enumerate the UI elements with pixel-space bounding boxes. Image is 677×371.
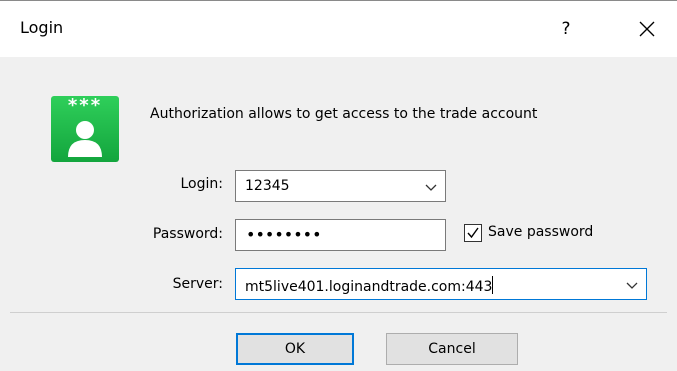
close-button[interactable] xyxy=(627,9,667,49)
password-label: Password: xyxy=(152,226,223,242)
server-value: mt5live401.loginandtrade.com:443 xyxy=(245,276,494,295)
ok-button[interactable]: OK xyxy=(236,333,354,365)
login-label: Login: xyxy=(180,176,224,192)
close-icon xyxy=(639,21,655,37)
help-button[interactable]: ? xyxy=(548,9,584,49)
save-password-label[interactable]: Save password xyxy=(488,224,593,240)
chevron-down-icon[interactable] xyxy=(425,182,437,192)
server-combobox[interactable]: mt5live401.loginandtrade.com:443 xyxy=(235,268,647,300)
save-password-checkbox[interactable] xyxy=(464,224,482,242)
user-key-icon: *** xyxy=(51,96,119,162)
server-label: Server: xyxy=(172,276,223,292)
login-value: 12345 xyxy=(245,178,290,194)
password-value: •••••••• xyxy=(246,225,322,244)
login-combobox[interactable]: 12345 xyxy=(235,170,446,202)
cancel-button[interactable]: Cancel xyxy=(386,333,518,365)
auth-message: Authorization allows to get access to th… xyxy=(150,106,538,122)
checkmark-icon xyxy=(467,227,479,239)
text-caret xyxy=(492,276,494,294)
user-silhouette-icon xyxy=(68,121,102,157)
title-bar: Login ? xyxy=(0,1,677,57)
chevron-down-icon[interactable] xyxy=(626,280,638,290)
login-dialog: Login ? *** Authorization allows to get … xyxy=(0,0,677,371)
password-field[interactable]: •••••••• xyxy=(235,219,446,251)
window-title: Login xyxy=(20,18,64,37)
separator xyxy=(10,312,667,313)
